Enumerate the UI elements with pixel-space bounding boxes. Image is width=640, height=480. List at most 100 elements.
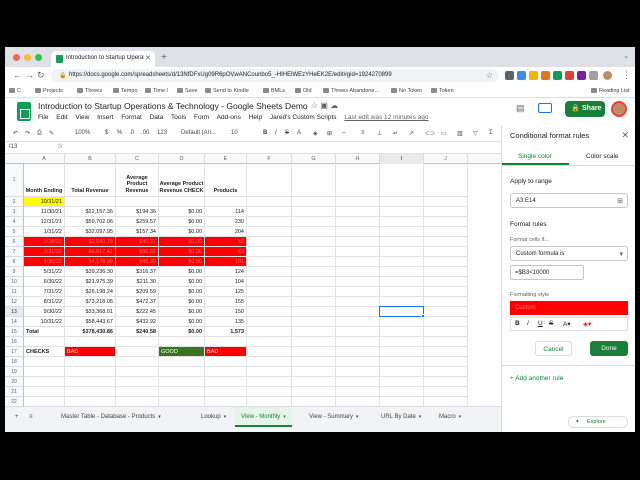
data-cell[interactable]: $86.51: [116, 247, 159, 257]
cell[interactable]: [247, 247, 292, 257]
cell[interactable]: [247, 297, 292, 307]
cell[interactable]: [424, 387, 468, 397]
data-cell[interactable]: $73,218.05: [65, 297, 116, 307]
cell[interactable]: [336, 197, 380, 207]
browser-menu-icon[interactable]: ⋮: [622, 70, 631, 81]
row-header[interactable]: 6: [5, 237, 24, 247]
cell[interactable]: [292, 277, 336, 287]
cell[interactable]: [159, 397, 205, 406]
cell[interactable]: [116, 347, 159, 357]
column-header[interactable]: D: [159, 154, 205, 164]
cell[interactable]: [116, 377, 159, 387]
cell[interactable]: [380, 247, 424, 257]
cell[interactable]: [24, 337, 65, 347]
account-avatar[interactable]: [611, 101, 627, 117]
cell[interactable]: [336, 217, 380, 227]
cell[interactable]: [65, 357, 116, 367]
cell[interactable]: [380, 227, 424, 237]
merge-cells-icon[interactable]: ⇔: [341, 130, 347, 136]
data-cell[interactable]: $0.00: [159, 307, 205, 317]
cell[interactable]: [205, 387, 247, 397]
data-cell[interactable]: $472.37: [116, 297, 159, 307]
cell[interactable]: [424, 367, 468, 377]
data-cell[interactable]: $316.37: [116, 267, 159, 277]
cell[interactable]: [247, 287, 292, 297]
cell[interactable]: [380, 277, 424, 287]
sheet-tab[interactable]: URL By Date ▾: [375, 407, 427, 427]
column-header[interactable]: J: [424, 154, 468, 164]
borders-icon[interactable]: ⊞: [327, 130, 332, 137]
cell[interactable]: [424, 257, 468, 267]
metamask-icon[interactable]: [541, 71, 550, 80]
cell[interactable]: [380, 357, 424, 367]
sheets-logo-icon[interactable]: [17, 102, 31, 121]
data-cell[interactable]: $39,236.30: [65, 267, 116, 277]
cell[interactable]: [247, 197, 292, 207]
cell[interactable]: [424, 357, 468, 367]
cell[interactable]: [380, 347, 424, 357]
url-field[interactable]: 🔒 https://docs.google.com/spreadsheets/d…: [51, 69, 499, 82]
row-header[interactable]: 5: [5, 227, 24, 237]
data-cell[interactable]: 10/31/21: [24, 197, 65, 207]
sheet-tab[interactable]: Lookup ▾: [195, 407, 232, 427]
share-button[interactable]: 🔒 Share: [565, 101, 605, 117]
bookmark-item[interactable]: No Token: [391, 88, 422, 94]
cell[interactable]: [424, 327, 468, 337]
menu-file[interactable]: File: [38, 114, 48, 121]
cell[interactable]: [159, 367, 205, 377]
data-cell[interactable]: [65, 197, 116, 207]
present-meet-icon[interactable]: [538, 103, 552, 113]
header-cell[interactable]: Products: [205, 164, 247, 197]
cell[interactable]: [424, 397, 468, 406]
italic-icon[interactable]: I: [275, 130, 277, 136]
row-header[interactable]: 9: [5, 267, 24, 277]
cell[interactable]: [159, 377, 205, 387]
explore-button[interactable]: ✦ Explore: [568, 416, 628, 428]
cell[interactable]: [205, 357, 247, 367]
sheet-tab-menu-icon[interactable]: ▾: [419, 414, 422, 420]
bookmark-item[interactable]: Old: [295, 88, 312, 94]
undo-icon[interactable]: ↶: [13, 130, 18, 137]
data-cell[interactable]: $209.59: [116, 287, 159, 297]
bookmark-item[interactable]: Save: [177, 88, 198, 94]
cell[interactable]: [336, 277, 380, 287]
data-cell[interactable]: 63: [205, 247, 247, 257]
total-cell[interactable]: $0.00: [159, 327, 205, 337]
data-cell[interactable]: 104: [205, 277, 247, 287]
cell[interactable]: [292, 317, 336, 327]
header-cell[interactable]: Average Product Revenue CHECK: [159, 164, 205, 197]
column-header[interactable]: H: [336, 154, 380, 164]
data-cell[interactable]: 58: [205, 237, 247, 247]
filter-icon[interactable]: ▽: [473, 130, 478, 137]
total-cell[interactable]: $378,430.86: [65, 327, 116, 337]
data-cell[interactable]: $0.00: [159, 237, 205, 247]
cell[interactable]: [424, 337, 468, 347]
data-cell[interactable]: $0.00: [159, 267, 205, 277]
cell[interactable]: [247, 357, 292, 367]
cell[interactable]: [292, 227, 336, 237]
cell[interactable]: [159, 357, 205, 367]
cell[interactable]: [380, 377, 424, 387]
bookmark-item[interactable]: Token: [431, 88, 454, 94]
menu-custom-scripts[interactable]: Jared's Custom Scripts: [270, 114, 337, 121]
cell[interactable]: [424, 277, 468, 287]
cell[interactable]: [336, 237, 380, 247]
cell[interactable]: [24, 377, 65, 387]
row-header[interactable]: 3: [5, 207, 24, 217]
cell[interactable]: [292, 337, 336, 347]
cell[interactable]: [205, 377, 247, 387]
sheet-tab-menu-icon[interactable]: ▾: [459, 414, 462, 420]
cell[interactable]: [336, 347, 380, 357]
cell[interactable]: [336, 377, 380, 387]
cell[interactable]: [292, 367, 336, 377]
row-header[interactable]: 12: [5, 297, 24, 307]
cell[interactable]: [292, 347, 336, 357]
extension-icon[interactable]: [577, 71, 586, 80]
strikethrough-icon[interactable]: S: [549, 320, 553, 327]
extension-icon[interactable]: [529, 71, 538, 80]
data-cell[interactable]: $222.45: [116, 307, 159, 317]
cell[interactable]: [247, 267, 292, 277]
insert-comment-icon[interactable]: ▭: [441, 130, 447, 137]
cell[interactable]: [424, 227, 468, 237]
row-header[interactable]: 19: [5, 367, 24, 377]
